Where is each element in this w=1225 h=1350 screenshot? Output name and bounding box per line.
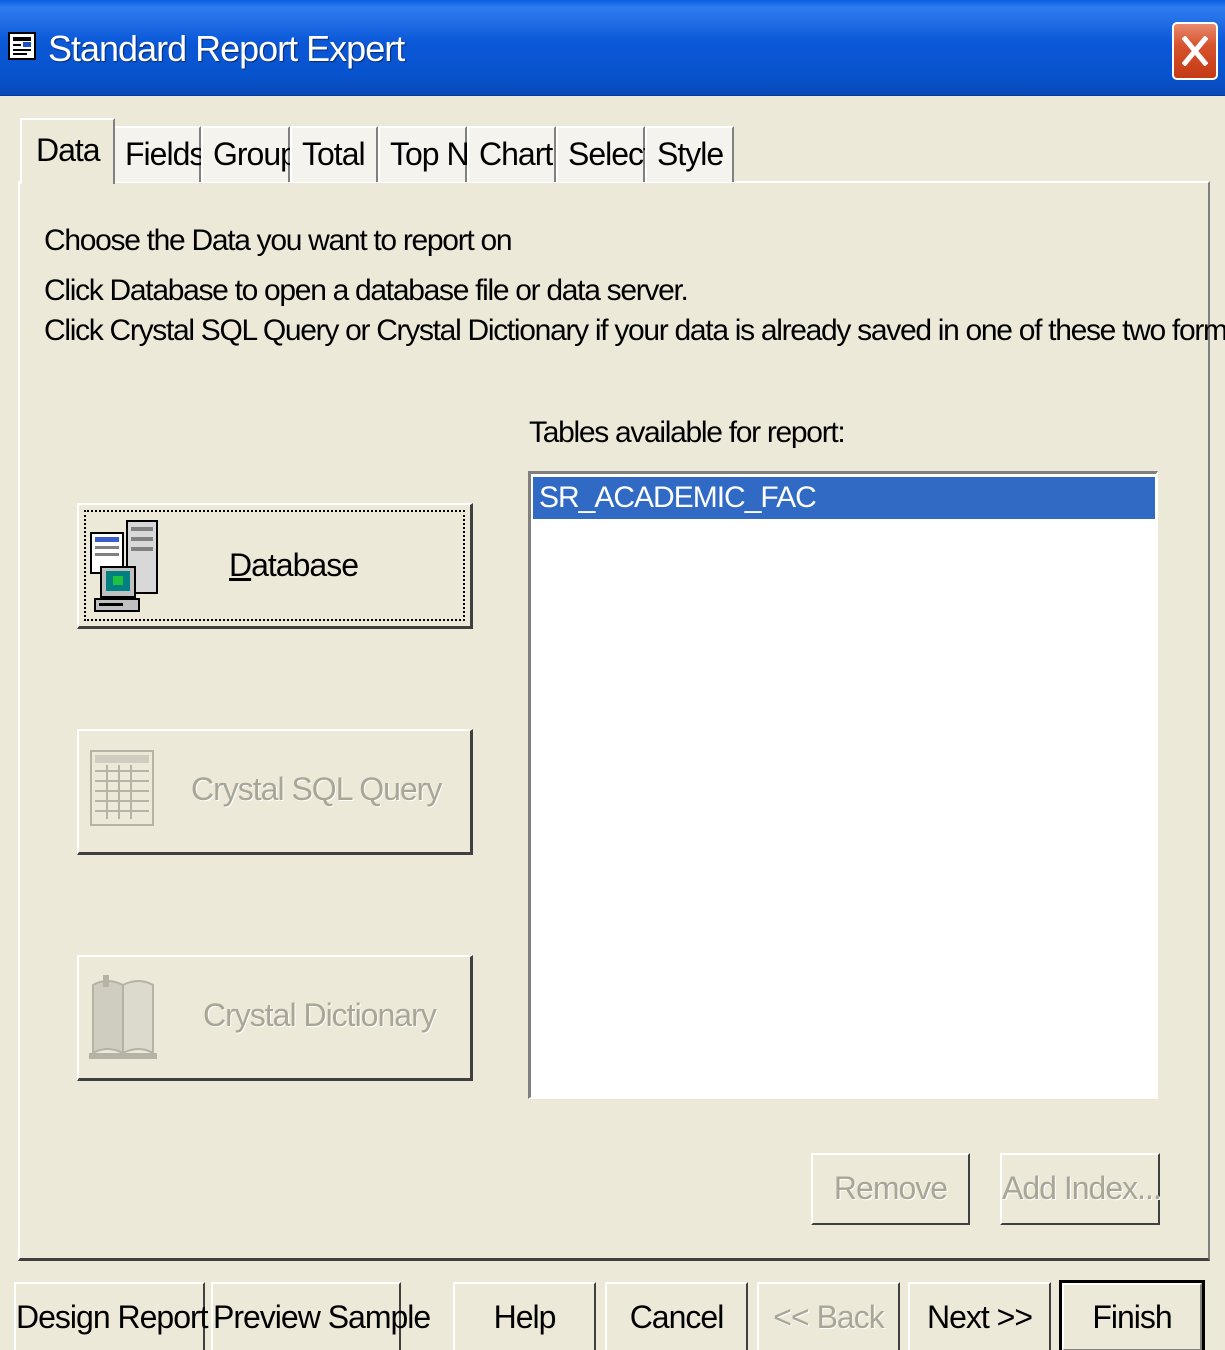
remove-label: Remove: [833, 1170, 948, 1206]
instruction-sql-dictionary: Click Crystal SQL Query or Crystal Dicti…: [44, 314, 1225, 347]
tab-label: Style: [657, 136, 724, 172]
tab-label: Chart: [479, 136, 553, 172]
tab-label: Data: [36, 132, 101, 168]
tab-label: Select: [568, 136, 652, 172]
tables-listbox[interactable]: SR_ACADEMIC_FAC: [528, 471, 1158, 1099]
database-label: Database: [229, 547, 359, 584]
tab-data[interactable]: Data: [20, 118, 115, 184]
add-index-label: Add Index...: [1002, 1170, 1162, 1206]
design-report-button[interactable]: Design Report: [14, 1282, 209, 1350]
tab-style[interactable]: Style: [645, 126, 734, 182]
next-button[interactable]: Next >>: [908, 1282, 1051, 1350]
report-app-icon: [8, 32, 36, 60]
database-server-icon: [90, 520, 158, 612]
database-button[interactable]: Database: [77, 503, 473, 629]
report-expert-window: Standard Report Expert Data Fields Group…: [0, 0, 1225, 1350]
close-button[interactable]: [1172, 22, 1218, 80]
crystal-sql-query-button[interactable]: Crystal SQL Query: [77, 729, 473, 855]
list-item[interactable]: SR_ACADEMIC_FAC: [533, 477, 1155, 519]
instruction-heading: Choose the Data you want to report on: [44, 224, 513, 257]
tab-group[interactable]: Group: [201, 126, 298, 182]
tab-top-n[interactable]: Top N: [378, 126, 470, 182]
next-label: Next >>: [926, 1299, 1033, 1335]
tab-label: Fields: [125, 136, 205, 172]
dictionary-book-icon: [89, 975, 157, 1059]
crystal-sql-query-label: Crystal SQL Query: [191, 771, 442, 807]
tab-fields[interactable]: Fields: [113, 126, 205, 182]
cancel-label: Cancel: [629, 1299, 725, 1335]
tab-label: Total: [302, 136, 366, 172]
sql-query-grid-icon: [90, 750, 154, 826]
finish-label: Finish: [1092, 1299, 1172, 1335]
instruction-database: Click Database to open a database file o…: [44, 274, 689, 307]
tab-label: Top N: [390, 136, 470, 172]
tab-label: Group: [213, 136, 298, 172]
crystal-dictionary-label: Crystal Dictionary: [203, 997, 437, 1033]
finish-button[interactable]: Finish: [1059, 1280, 1205, 1350]
crystal-dictionary-button[interactable]: Crystal Dictionary: [77, 955, 473, 1081]
help-button[interactable]: Help: [453, 1282, 596, 1350]
tab-total[interactable]: Total: [290, 126, 378, 182]
tables-available-label: Tables available for report:: [529, 416, 846, 449]
add-index-button[interactable]: Add Index...: [1000, 1153, 1162, 1225]
back-button[interactable]: << Back: [757, 1282, 900, 1350]
database-label-rest: atabase: [251, 547, 359, 583]
tab-select[interactable]: Select: [556, 126, 652, 182]
title-bar[interactable]: Standard Report Expert: [0, 0, 1225, 96]
remove-button[interactable]: Remove: [811, 1153, 970, 1225]
table-name: SR_ACADEMIC_FAC: [539, 481, 817, 514]
preview-sample-label: Preview Sample: [213, 1299, 431, 1335]
window-title: Standard Report Expert: [48, 28, 405, 69]
cancel-button[interactable]: Cancel: [605, 1282, 748, 1350]
back-label: << Back: [773, 1299, 884, 1335]
help-label: Help: [493, 1299, 557, 1335]
preview-sample-button[interactable]: Preview Sample: [211, 1282, 431, 1350]
tab-chart[interactable]: Chart: [467, 126, 556, 182]
design-report-label: Design Report: [16, 1299, 209, 1335]
close-icon: [1182, 36, 1208, 66]
database-accel-char: D: [229, 547, 252, 583]
